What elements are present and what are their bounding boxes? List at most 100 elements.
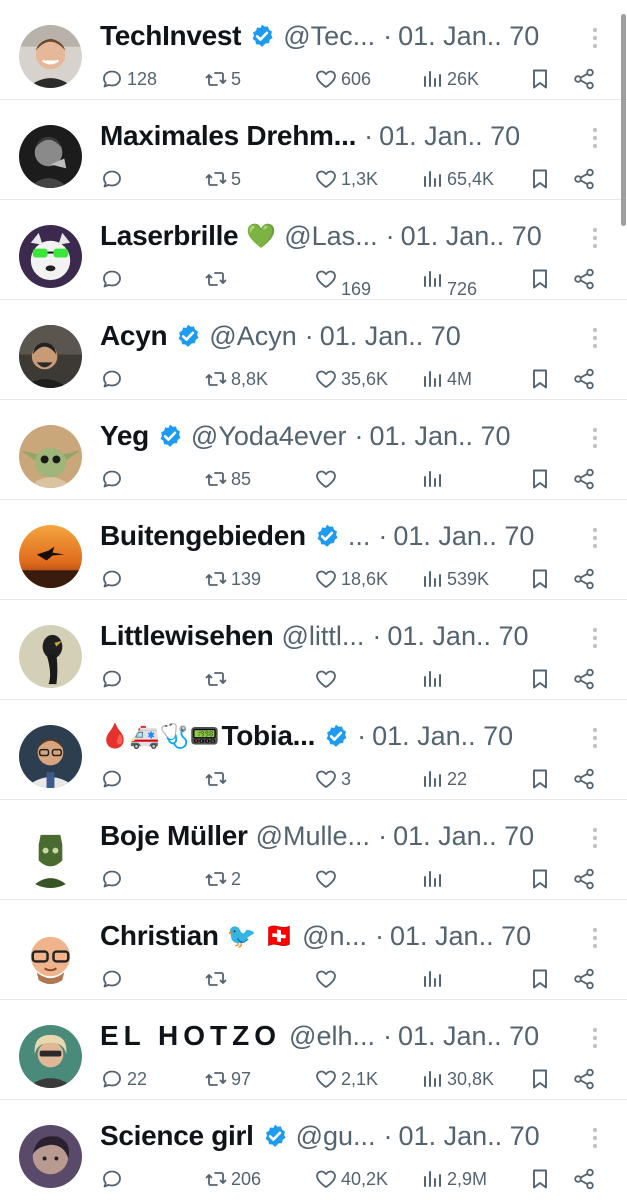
views-button[interactable]: [420, 862, 447, 896]
share-button[interactable]: [572, 962, 596, 996]
timestamp[interactable]: 01. Jan.. 70: [401, 221, 542, 252]
author-handle[interactable]: @elh...: [289, 1021, 375, 1052]
retweet-button[interactable]: 85: [204, 462, 251, 496]
share-button[interactable]: [572, 362, 596, 396]
views-button[interactable]: 26K: [420, 62, 479, 96]
views-button[interactable]: [420, 962, 447, 996]
share-button[interactable]: [572, 1062, 596, 1096]
reply-button[interactable]: 128: [100, 62, 157, 96]
author-name[interactable]: Tobia...: [222, 720, 316, 752]
tweet-row[interactable]: 🩸🚑🩺📟 Tobia... · 01. Jan.. 70 3 22: [0, 700, 627, 800]
tweet-row[interactable]: Boje Müller @Mulle... · 01. Jan.. 70 2: [0, 800, 627, 900]
author-name[interactable]: Yeg: [100, 420, 149, 452]
tweet-row[interactable]: Acyn @Acyn · 01. Jan.. 70 8,8K 35,6K 4M: [0, 300, 627, 400]
more-options-icon[interactable]: [588, 526, 602, 550]
author-name[interactable]: Christian: [100, 920, 219, 952]
tweet-row[interactable]: Yeg @Yoda4ever · 01. Jan.. 70 85: [0, 400, 627, 500]
more-options-icon[interactable]: [588, 426, 602, 450]
tweet-row[interactable]: TechInvest @Tec... · 01. Jan.. 70 128 5 …: [0, 0, 627, 100]
author-handle[interactable]: @Acyn: [209, 321, 296, 352]
more-options-icon[interactable]: [588, 126, 602, 150]
author-handle[interactable]: @n...: [302, 921, 367, 952]
bookmark-button[interactable]: [528, 362, 552, 396]
tweet-row[interactable]: Maximales Drehm... · 01. Jan.. 70 5 1,3K…: [0, 100, 627, 200]
share-button[interactable]: [572, 162, 596, 196]
bookmark-button[interactable]: [528, 562, 552, 596]
avatar[interactable]: [19, 325, 82, 388]
share-button[interactable]: [572, 462, 596, 496]
timestamp[interactable]: 01. Jan.. 70: [369, 421, 510, 452]
tweet-row[interactable]: EL HOTZO @elh... · 01. Jan.. 70 22 97 2,…: [0, 1000, 627, 1100]
bookmark-button[interactable]: [528, 262, 552, 296]
reply-button[interactable]: 22: [100, 1062, 147, 1096]
like-button[interactable]: [314, 462, 341, 496]
views-button[interactable]: 30,8K: [420, 1062, 494, 1096]
share-button[interactable]: [572, 1162, 596, 1196]
more-options-icon[interactable]: [588, 926, 602, 950]
like-button[interactable]: 2,1K: [314, 1062, 378, 1096]
author-handle[interactable]: @Tec...: [283, 21, 375, 52]
avatar[interactable]: [19, 825, 82, 888]
more-options-icon[interactable]: [588, 26, 602, 50]
more-options-icon[interactable]: [588, 626, 602, 650]
bookmark-button[interactable]: [528, 762, 552, 796]
bookmark-button[interactable]: [528, 862, 552, 896]
author-name[interactable]: Acyn: [100, 320, 168, 352]
avatar[interactable]: [19, 725, 82, 788]
share-button[interactable]: [572, 662, 596, 696]
avatar[interactable]: [19, 425, 82, 488]
views-button[interactable]: 4M: [420, 362, 472, 396]
author-name[interactable]: Laserbrille: [100, 220, 239, 252]
avatar[interactable]: [19, 125, 82, 188]
retweet-button[interactable]: [204, 662, 231, 696]
share-button[interactable]: [572, 862, 596, 896]
reply-button[interactable]: [100, 562, 127, 596]
retweet-button[interactable]: 5: [204, 62, 241, 96]
avatar[interactable]: [19, 925, 82, 988]
like-button[interactable]: [314, 662, 341, 696]
views-button[interactable]: [420, 462, 447, 496]
like-button[interactable]: 40,2K: [314, 1162, 388, 1196]
author-name[interactable]: Science girl: [100, 1120, 254, 1152]
bookmark-button[interactable]: [528, 62, 552, 96]
like-button[interactable]: 169: [314, 262, 371, 299]
reply-button[interactable]: [100, 762, 127, 796]
tweet-row[interactable]: Christian 🐦 🇨🇭 @n... · 01. Jan.. 70: [0, 900, 627, 1000]
tweet-row[interactable]: Littlewisehen @littl... · 01. Jan.. 70: [0, 600, 627, 700]
avatar[interactable]: [19, 525, 82, 588]
reply-button[interactable]: [100, 662, 127, 696]
reply-button[interactable]: [100, 162, 127, 196]
tweet-row[interactable]: Laserbrille 💚 @Las... · 01. Jan.. 70 169…: [0, 200, 627, 300]
views-button[interactable]: 726: [420, 262, 477, 299]
reply-button[interactable]: [100, 362, 127, 396]
avatar[interactable]: [19, 225, 82, 288]
retweet-button[interactable]: [204, 762, 231, 796]
like-button[interactable]: [314, 862, 341, 896]
retweet-button[interactable]: [204, 962, 231, 996]
timestamp[interactable]: 01. Jan.. 70: [399, 1121, 540, 1152]
avatar[interactable]: [19, 625, 82, 688]
reply-button[interactable]: [100, 462, 127, 496]
timestamp[interactable]: 01. Jan.. 70: [393, 821, 534, 852]
like-button[interactable]: 18,6K: [314, 562, 388, 596]
timestamp[interactable]: 01. Jan.. 70: [320, 321, 461, 352]
like-button[interactable]: [314, 962, 341, 996]
retweet-button[interactable]: 5: [204, 162, 241, 196]
views-button[interactable]: [420, 662, 447, 696]
timestamp[interactable]: 01. Jan.. 70: [372, 721, 513, 752]
more-options-icon[interactable]: [588, 226, 602, 250]
like-button[interactable]: 606: [314, 62, 371, 96]
author-handle[interactable]: ...: [348, 521, 371, 552]
author-handle[interactable]: @gu...: [296, 1121, 376, 1152]
share-button[interactable]: [572, 562, 596, 596]
timestamp[interactable]: 01. Jan.. 70: [398, 21, 539, 52]
avatar[interactable]: [19, 25, 82, 88]
scrollbar[interactable]: [621, 14, 626, 226]
reply-button[interactable]: [100, 262, 127, 296]
reply-button[interactable]: [100, 862, 127, 896]
avatar[interactable]: [19, 1125, 82, 1188]
timestamp[interactable]: 01. Jan.. 70: [379, 121, 520, 152]
timestamp[interactable]: 01. Jan.. 70: [393, 521, 534, 552]
author-handle[interactable]: @Las...: [284, 221, 377, 252]
author-name[interactable]: EL HOTZO: [100, 1020, 281, 1052]
